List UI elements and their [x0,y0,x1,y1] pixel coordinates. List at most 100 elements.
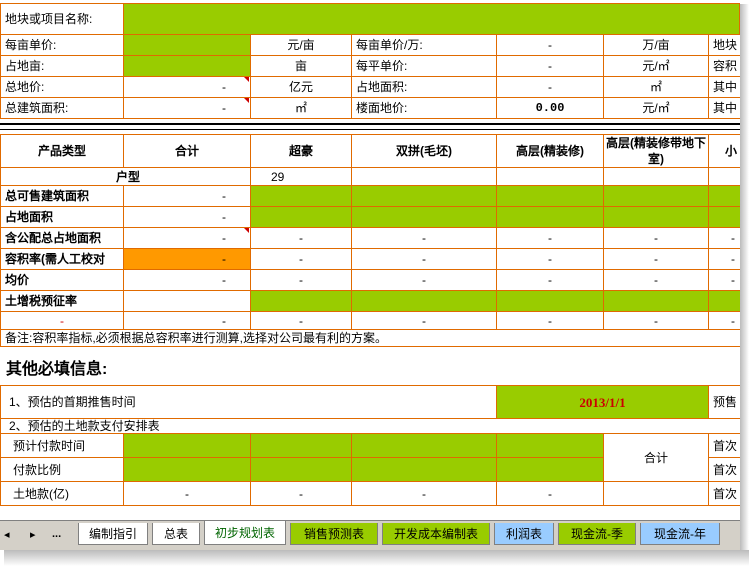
presale-date-input[interactable]: 2013/1/1 [497,385,709,419]
row-total: - [124,186,251,207]
row-label-avg-price: 均价 [0,270,124,291]
row-label-land-area: 占地面积 [0,207,124,228]
presale-right-label: 预售 [709,385,740,419]
sheet-tab-bar: ◂ ▸ ... 编制指引 总表 初步规划表 销售预测表 开发成本编制表 利润表 … [0,520,740,550]
next-sheet-icon[interactable]: ▸ [30,528,36,541]
row-total: - [124,270,251,291]
input-cell[interactable] [604,291,709,312]
payment-time-input[interactable] [497,434,604,458]
value-cell: - [709,249,740,270]
payment-ratio-input[interactable] [251,458,352,482]
tab-profit[interactable]: 利润表 [494,523,554,545]
payment-right-label: 首次 [709,434,740,458]
project-name-input[interactable] [124,3,740,35]
tab-cashflow-quarterly[interactable]: 现金流-季 [558,523,636,545]
price-per-mu-unit: 元/亩 [251,35,352,56]
input-cell[interactable] [709,207,740,228]
window-shadow [740,4,749,560]
presale-label: 1、预估的首期推售时间 [0,385,497,419]
header-highrise-basement: 高层(精装修带地下室) [604,134,709,168]
input-cell[interactable] [604,186,709,207]
plot-ratio-total: - [124,249,251,270]
unit-type-cell[interactable] [709,168,740,186]
input-cell[interactable] [497,291,604,312]
tab-cashflow-yearly[interactable]: 现金流-年 [640,523,720,545]
right-col-label-1: 地块 [709,35,740,56]
unit-type-cell[interactable] [352,168,497,186]
value-cell: - [251,249,352,270]
tab-development-cost[interactable]: 开发成本编制表 [382,523,490,545]
input-cell[interactable] [709,291,740,312]
land-payment-value: - [352,482,497,506]
price-per-sqm-unit: 元/㎡ [604,56,709,77]
payment-time-input[interactable] [124,434,251,458]
land-area-label: 占地面积: [352,77,497,98]
value-cell: - [251,228,352,249]
thin-divider [0,129,740,130]
comment-marker [244,228,249,233]
land-payment-value: - [124,482,251,506]
header-semi-detached: 双拼(毛坯) [352,134,497,168]
other-info-title: 其他必填信息: [6,361,108,378]
total-land-price-unit: 亿元 [251,77,352,98]
tab-sales-forecast[interactable]: 销售预测表 [290,523,378,545]
dash-cell: - [497,312,604,330]
value-cell: - [497,228,604,249]
tab-guide[interactable]: 编制指引 [78,523,148,545]
input-cell[interactable] [709,186,740,207]
input-cell[interactable] [497,186,604,207]
payment-ratio-input[interactable] [124,458,251,482]
input-cell[interactable] [497,207,604,228]
value-cell: - [709,228,740,249]
prev-sheet-icon[interactable]: ◂ [4,528,10,541]
payment-right-label: 首次 [709,458,740,482]
price-per-mu-input[interactable] [124,35,251,56]
thick-divider [0,123,740,125]
payment-ratio-label: 付款比例 [0,458,124,482]
row-total [124,291,251,312]
value-cell: - [497,249,604,270]
land-mu-unit: 亩 [251,56,352,77]
dash-cell: - [709,312,740,330]
input-cell[interactable] [352,186,497,207]
right-col-label-3: 其中 [709,77,740,98]
right-col-label-2: 容积 [709,56,740,77]
dash-cell: - [604,312,709,330]
payment-time-input[interactable] [251,434,352,458]
payment-ratio-input[interactable] [497,458,604,482]
right-col-label-4: 其中 [709,98,740,119]
input-cell[interactable] [352,207,497,228]
input-cell[interactable] [251,207,352,228]
total-floor-area-unit: ㎡ [251,98,352,119]
comment-marker [244,77,249,82]
input-cell[interactable] [251,186,352,207]
spreadsheet-grid: 地块或项目名称: 每亩单价: 元/亩 每亩单价/万: - 万/亩 地块 占地亩:… [0,0,740,520]
dash-cell: - [251,312,352,330]
payment-time-input[interactable] [352,434,497,458]
floor-land-price-value: 0.00 [497,98,604,119]
land-payment-value: - [497,482,604,506]
value-cell: - [709,270,740,291]
value-cell: - [497,270,604,291]
payment-time-label: 预计付款时间 [0,434,124,458]
land-mu-label: 占地亩: [0,56,124,77]
unit-type-cell[interactable] [604,168,709,186]
total-land-price-label: 总地价: [0,77,124,98]
tab-summary[interactable]: 总表 [152,523,200,545]
input-cell[interactable] [251,291,352,312]
comment-marker [244,98,249,103]
header-luxury: 超豪 [251,134,352,168]
payment-right-label: 首次 [709,482,740,506]
tab-initial-planning[interactable]: 初步规划表 [204,521,286,545]
price-per-mu-label: 每亩单价: [0,35,124,56]
floor-land-price-unit: 元/㎡ [604,98,709,119]
value-cell: - [604,249,709,270]
unit-type-label: 户型 [0,168,251,186]
unit-type-cell[interactable] [497,168,604,186]
land-mu-input[interactable] [124,56,251,77]
payment-ratio-input[interactable] [352,458,497,482]
input-cell[interactable] [352,291,497,312]
more-sheets-icon[interactable]: ... [52,528,61,540]
input-cell[interactable] [604,207,709,228]
land-payment-value: - [251,482,352,506]
